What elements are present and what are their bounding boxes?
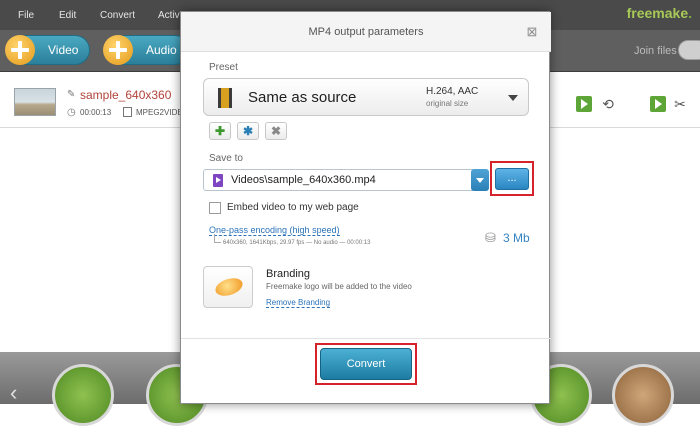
- freemake-logo-icon: [213, 275, 245, 299]
- menu-convert[interactable]: Convert: [100, 10, 135, 21]
- remove-branding-link[interactable]: Remove Branding: [266, 298, 331, 308]
- preset-label: Preset: [209, 62, 238, 73]
- convert-button[interactable]: Convert: [320, 348, 412, 380]
- add-audio-label: Audio: [146, 43, 177, 57]
- add-preset-button[interactable]: ✚: [209, 122, 231, 140]
- scissors-icon[interactable]: ✂: [672, 96, 688, 112]
- menu-activate[interactable]: Activ: [158, 10, 180, 21]
- play-icon[interactable]: [576, 96, 592, 112]
- branding-image: [203, 266, 253, 308]
- dialog-title: MP4 output parameters: [181, 12, 551, 52]
- scroll-left-icon[interactable]: ‹: [10, 380, 17, 406]
- join-files-label: Join files: [634, 45, 677, 57]
- play-icon[interactable]: [650, 96, 666, 112]
- output-size[interactable]: 3 Mb: [503, 231, 530, 245]
- tree-connector: [214, 234, 221, 243]
- encoding-mode-link[interactable]: One-pass encoding (high speed): [209, 225, 340, 236]
- encoding-details: 640x360, 1641Kbps, 29.97 fps — No audio …: [223, 240, 371, 246]
- gear-icon[interactable]: ✱: [237, 122, 259, 140]
- file-name[interactable]: sample_640x360: [80, 88, 171, 102]
- file-size-icon: ⛁: [485, 230, 496, 245]
- brand-dot: .: [688, 5, 692, 21]
- embed-checkbox[interactable]: [209, 202, 221, 214]
- preset-codec: H.264, AAC: [426, 86, 479, 97]
- preset-dropdown[interactable]: Same as source H.264, AAC original size: [203, 78, 529, 116]
- embed-label[interactable]: Embed video to my web page: [227, 202, 359, 213]
- format-device-icon[interactable]: [612, 364, 674, 426]
- rotate-icon[interactable]: ⟲: [600, 96, 616, 112]
- file-duration: 00:00:13: [80, 108, 112, 117]
- save-path-field[interactable]: Videos\sample_640x360.mp4: [203, 169, 475, 191]
- save-to-label: Save to: [209, 153, 243, 164]
- add-video-label: Video: [48, 43, 79, 57]
- save-path-dropdown[interactable]: [471, 169, 489, 191]
- delete-preset-button[interactable]: ✖: [265, 122, 287, 140]
- menu-file[interactable]: File: [18, 10, 34, 21]
- pencil-icon[interactable]: ✎: [67, 89, 75, 100]
- brand-name: freemake: [626, 5, 689, 21]
- mp4-output-dialog: MP4 output parameters ⊠ Preset Same as s…: [180, 11, 551, 404]
- preset-name: Same as source: [248, 89, 357, 106]
- branding-description: Freemake logo will be added to the video: [266, 282, 412, 291]
- plus-icon: [103, 35, 133, 65]
- film-icon: [218, 88, 232, 108]
- plus-icon: [5, 35, 35, 65]
- video-file-icon: [213, 174, 223, 187]
- chevron-down-icon: [508, 95, 518, 101]
- save-path-value: Videos\sample_640x360.mp4: [231, 174, 376, 186]
- clock-icon: ◷: [67, 107, 76, 118]
- codec-icon: [123, 107, 132, 117]
- add-audio-button[interactable]: Audio: [103, 35, 190, 65]
- branding-title: Branding: [266, 268, 311, 280]
- video-thumbnail: [14, 88, 56, 116]
- format-avi-icon[interactable]: [52, 364, 114, 426]
- add-video-button[interactable]: Video: [5, 35, 90, 65]
- close-icon[interactable]: ⊠: [525, 25, 539, 39]
- browse-button[interactable]: ...: [495, 168, 529, 190]
- app-logo: freemake.: [627, 5, 692, 21]
- join-files-toggle[interactable]: [678, 40, 700, 60]
- preset-size-note: original size: [426, 99, 469, 108]
- divider: [181, 338, 551, 339]
- menu-edit[interactable]: Edit: [59, 10, 76, 21]
